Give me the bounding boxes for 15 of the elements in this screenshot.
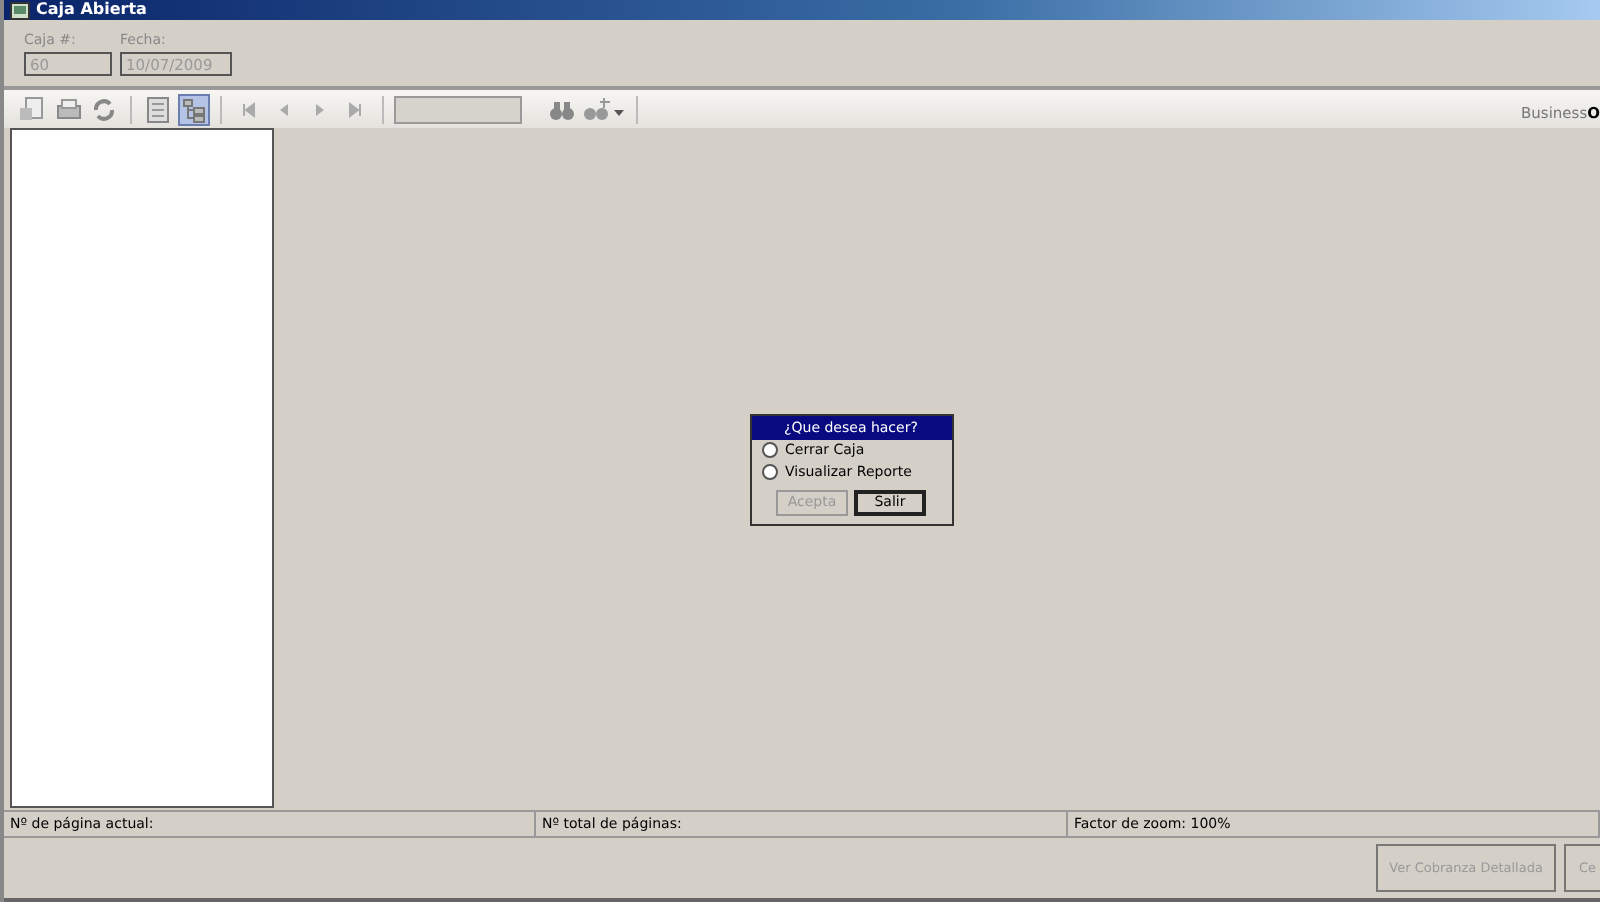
refresh-icon xyxy=(90,95,118,123)
refresh-button[interactable] xyxy=(88,93,120,125)
radio-button[interactable] xyxy=(761,442,777,458)
window-icon xyxy=(10,1,30,19)
page-number-field[interactable] xyxy=(394,95,522,123)
window-title: Caja Abierta xyxy=(36,0,147,20)
print-icon xyxy=(54,95,82,123)
print-button[interactable] xyxy=(52,93,84,125)
tree-icon xyxy=(180,95,208,123)
page-setup-icon xyxy=(144,95,172,123)
radio-button[interactable] xyxy=(761,464,777,480)
export-icon xyxy=(18,95,46,123)
export-button[interactable] xyxy=(16,93,48,125)
tree-button[interactable] xyxy=(178,93,210,125)
page-setup-button[interactable] xyxy=(142,93,174,125)
